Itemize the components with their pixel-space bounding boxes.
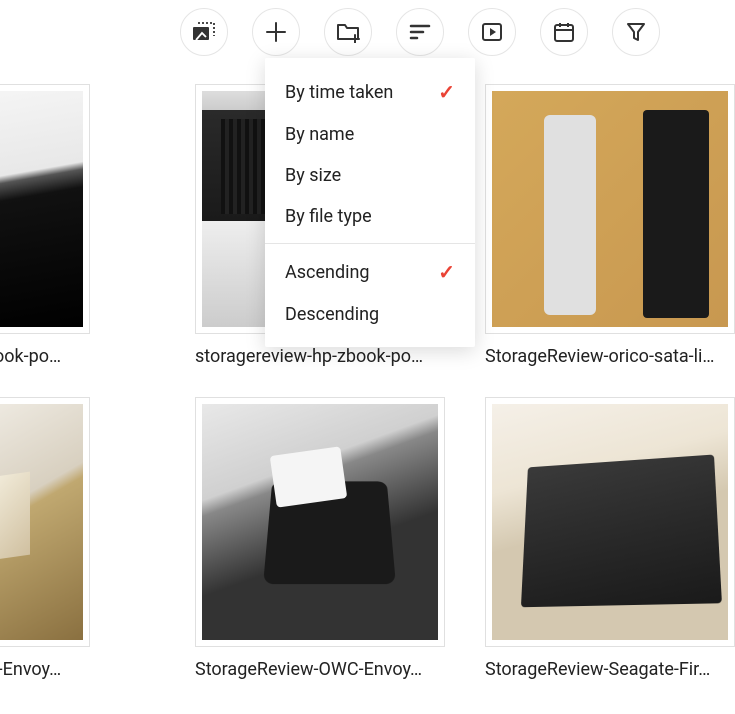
sort-option-label: By size [285,165,341,186]
toolbar [0,0,735,64]
filter-icon [626,22,646,42]
calendar-icon [553,21,575,43]
thumbnail-caption: storagereview-hp-zbook-po… [195,346,423,367]
sort-icon [409,23,431,41]
select-photos-button[interactable] [180,8,228,56]
sort-option-label: Descending [285,304,379,325]
slideshow-button[interactable] [468,8,516,56]
select-photos-icon [192,22,216,42]
gallery-item[interactable]: -zbook-po… [0,84,155,367]
thumbnail-image [492,404,728,640]
thumbnail-caption: StorageReview-OWC-Envoy… [195,659,422,680]
dropdown-separator [265,243,475,244]
sort-option-label: By name [285,124,354,145]
filter-button[interactable] [612,8,660,56]
sort-button[interactable] [396,8,444,56]
gallery-item[interactable]: StorageReview-orico-sata-li… [485,84,735,367]
sort-option-label: Ascending [285,262,370,283]
thumbnail-caption: -zbook-po… [0,346,61,367]
sort-order-ascending[interactable]: Ascending ✓ [265,250,475,294]
slideshow-icon [481,22,503,42]
sort-option-label: By file type [285,206,372,227]
sort-option-label: By time taken [285,82,393,103]
sort-option-by-name[interactable]: By name [265,114,475,155]
thumbnail-caption: WC-Envoy… [0,659,61,680]
gallery-item[interactable]: StorageReview-OWC-Envoy… [195,397,445,680]
thumbnail-image [0,91,83,327]
thumbnail-image [0,404,83,640]
gallery-item[interactable]: StorageReview-Seagate-Fir… [485,397,735,680]
thumbnail-image [202,404,438,640]
sort-dropdown: By time taken ✓ By name By size By file … [265,58,475,347]
folder-plus-icon [336,21,360,43]
gallery-item[interactable]: WC-Envoy… [0,397,155,680]
sort-option-by-time-taken[interactable]: By time taken ✓ [265,70,475,114]
date-button[interactable] [540,8,588,56]
plus-icon [265,21,287,43]
new-folder-button[interactable] [324,8,372,56]
sort-option-by-file-type[interactable]: By file type [265,196,475,237]
check-icon: ✓ [438,260,455,284]
add-button[interactable] [252,8,300,56]
check-icon: ✓ [438,80,455,104]
sort-order-descending[interactable]: Descending [265,294,475,335]
sort-option-by-size[interactable]: By size [265,155,475,196]
thumbnail-caption: StorageReview-orico-sata-li… [485,346,714,367]
thumbnail-image [492,91,728,327]
thumbnail-caption: StorageReview-Seagate-Fir… [485,659,710,680]
